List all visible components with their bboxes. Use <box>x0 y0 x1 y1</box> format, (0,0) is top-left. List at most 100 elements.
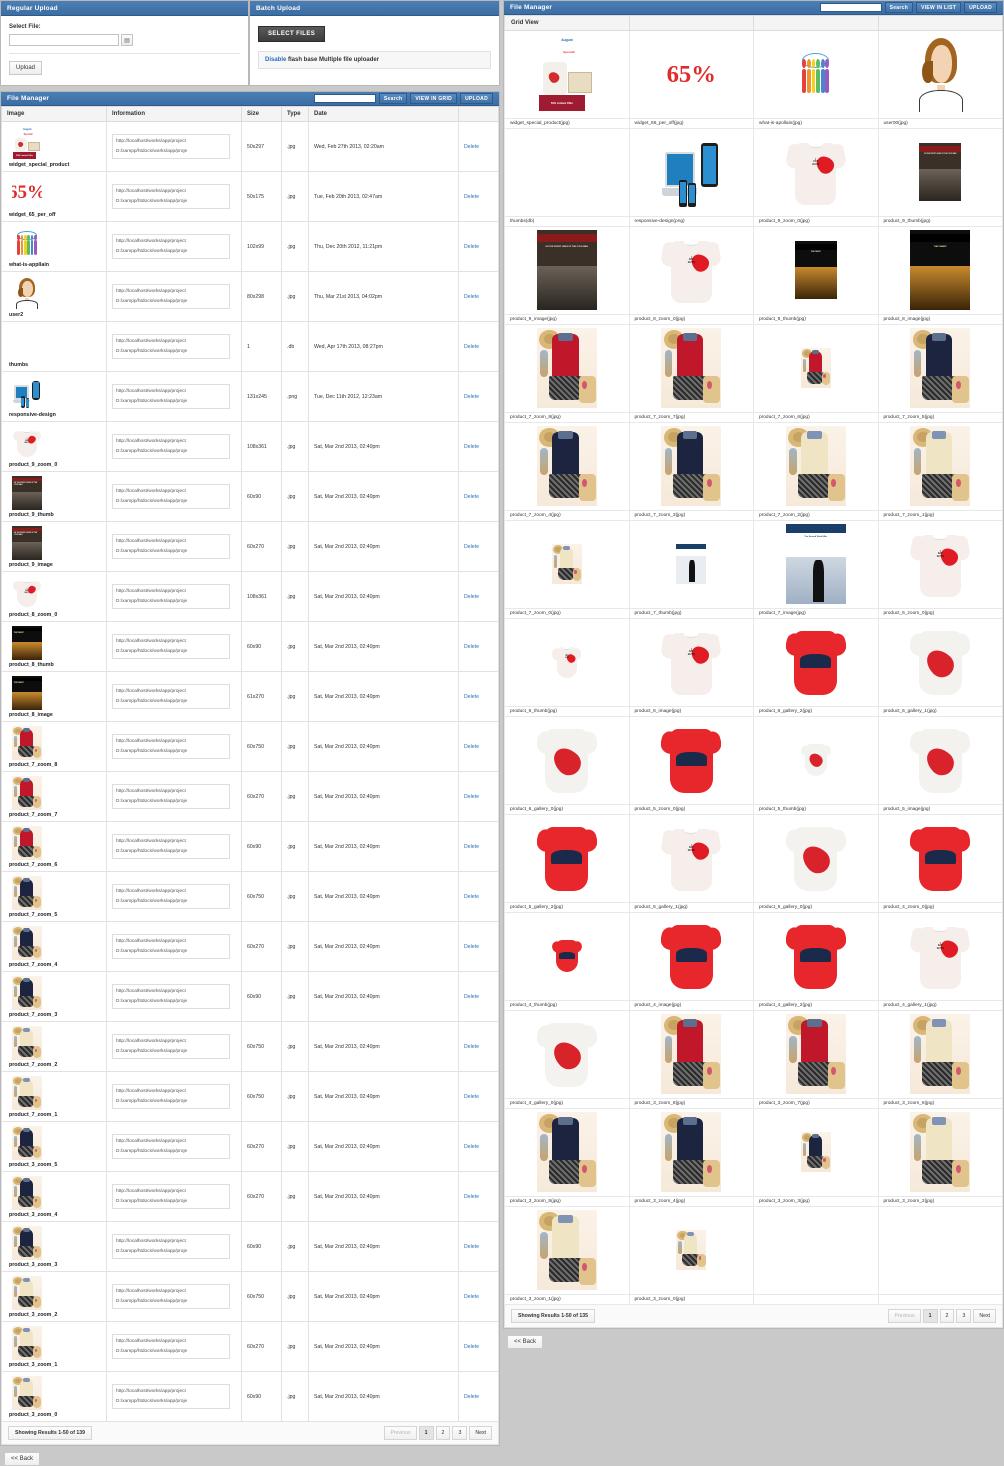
select-files-button[interactable]: SELECT FILES <box>258 26 326 42</box>
grid-cell[interactable] <box>504 128 630 217</box>
grid-cell[interactable] <box>753 716 879 805</box>
search-input[interactable] <box>313 94 376 103</box>
grid-cell[interactable] <box>753 1206 879 1295</box>
file-paths[interactable]: http://localhost/works/app/project D:/xam… <box>112 284 230 309</box>
file-paths[interactable]: http://localhost/works/app/project D:/xam… <box>112 984 230 1009</box>
table-row[interactable]: product_3_zoom_1 http://localhost/works/a… <box>1 1321 499 1372</box>
delete-link[interactable]: Delete <box>464 494 479 500</box>
grid-cell[interactable]: 65% <box>628 30 754 119</box>
delete-link[interactable]: Delete <box>464 1244 479 1250</box>
table-row[interactable]: product_7_zoom_3 http://localhost/works/a… <box>1 971 499 1022</box>
table-row[interactable]: product_3_zoom_5 http://localhost/works/a… <box>1 1121 499 1172</box>
col-information[interactable]: Information <box>106 106 242 122</box>
upload-header-button[interactable]: UPLOAD <box>460 93 493 104</box>
grid-cell[interactable] <box>504 422 630 511</box>
list-page-1[interactable]: 1 <box>418 1426 434 1440</box>
delete-link[interactable]: Delete <box>464 144 479 150</box>
grid-cell[interactable] <box>753 30 879 119</box>
file-paths[interactable]: http://localhost/works/app/project D:/xam… <box>112 1284 230 1309</box>
grid-cell[interactable] <box>877 814 1003 903</box>
table-row[interactable]: product_7_zoom_4 http://localhost/works/a… <box>1 921 499 972</box>
table-row[interactable]: product_3_zoom_3 http://localhost/works/a… <box>1 1221 499 1272</box>
disable-flash-link[interactable]: Disable <box>265 57 286 63</box>
grid-cell[interactable] <box>504 814 630 903</box>
table-row[interactable]: what-is-appllain http://localhost/works/a… <box>1 221 499 272</box>
table-row[interactable]: THE PIANIST product_8_image http://localho… <box>1 671 499 722</box>
list-page-2[interactable]: 2 <box>435 1426 451 1440</box>
grid-cell[interactable] <box>753 814 879 903</box>
list-next-button[interactable]: Next <box>469 1426 492 1440</box>
grid-cell[interactable] <box>753 422 879 511</box>
delete-link[interactable]: Delete <box>464 294 479 300</box>
grid-cell[interactable]: August Special! 50% Limited Offer <box>504 30 630 119</box>
grid-cell[interactable] <box>504 912 630 1001</box>
delete-link[interactable]: Delete <box>464 644 479 650</box>
file-paths[interactable]: http://localhost/works/app/project D:/xam… <box>112 1034 230 1059</box>
file-paths[interactable]: http://localhost/works/app/project D:/xam… <box>112 934 230 959</box>
file-paths[interactable]: http://localhost/works/app/project D:/xam… <box>112 1234 230 1259</box>
list-previous-button[interactable]: Previous <box>384 1426 417 1440</box>
grid-cell[interactable]: I FAT GUYS <box>504 618 630 707</box>
table-row[interactable]: 65% widget_65_per_off http://localhost/wor… <box>1 171 499 222</box>
grid-cell[interactable] <box>753 1010 879 1099</box>
grid-cell[interactable]: I FAT GUYS <box>877 520 1003 609</box>
view-in-list-button[interactable]: VIEW IN LIST <box>916 2 962 13</box>
grid-cell[interactable] <box>628 1010 754 1099</box>
file-paths[interactable]: http://localhost/works/app/project D:/xam… <box>112 1334 230 1359</box>
grid-cell[interactable] <box>753 618 879 707</box>
table-row[interactable]: product_7_zoom_8 http://localhost/works/a… <box>1 721 499 772</box>
table-row[interactable]: thumbs http://localhost/works/app/project… <box>1 321 499 372</box>
file-paths[interactable]: http://localhost/works/app/project D:/xam… <box>112 1184 230 1209</box>
delete-link[interactable]: Delete <box>464 794 479 800</box>
table-row[interactable]: ON THE FRONT LINES OF THE COLD WAR produc… <box>1 471 499 522</box>
upload-button[interactable]: Upload <box>9 61 43 75</box>
grid-next-button[interactable]: Next <box>973 1309 996 1323</box>
table-row[interactable]: THE PIANIST product_8_thumb http://localho… <box>1 621 499 672</box>
grid-cell[interactable] <box>628 422 754 511</box>
file-paths[interactable]: http://localhost/works/app/project D:/xam… <box>112 1134 230 1159</box>
table-row[interactable]: ON THE FRONT LINES OF THE COLD WAR produc… <box>1 521 499 572</box>
folder-icon[interactable]: ▤ <box>121 34 133 46</box>
table-row[interactable]: user2 http://localhost/works/app/project D… <box>1 271 499 322</box>
delete-link[interactable]: Delete <box>464 1044 479 1050</box>
table-row[interactable]: product_7_zoom_6 http://localhost/works/a… <box>1 821 499 872</box>
grid-cell[interactable] <box>753 324 879 413</box>
delete-link[interactable]: Delete <box>464 1344 479 1350</box>
grid-cell[interactable] <box>753 912 879 1001</box>
grid-page-1[interactable]: 1 <box>922 1309 938 1323</box>
grid-cell[interactable] <box>628 1206 754 1295</box>
grid-cell[interactable] <box>628 716 754 805</box>
grid-cell[interactable] <box>504 520 630 609</box>
grid-page-3[interactable]: 3 <box>956 1309 972 1323</box>
table-row[interactable]: product_7_zoom_7 http://localhost/works/a… <box>1 771 499 822</box>
view-in-grid-button[interactable]: VIEW IN GRID <box>410 93 458 104</box>
delete-link[interactable]: Delete <box>464 394 479 400</box>
grid-cell[interactable] <box>504 324 630 413</box>
table-row[interactable]: product_7_zoom_1 http://localhost/works/a… <box>1 1071 499 1122</box>
file-paths[interactable]: http://localhost/works/app/project D:/xam… <box>112 734 230 759</box>
delete-link[interactable]: Delete <box>464 1294 479 1300</box>
grid-cell[interactable] <box>877 716 1003 805</box>
file-paths[interactable]: http://localhost/works/app/project D:/xam… <box>112 434 230 459</box>
delete-link[interactable]: Delete <box>464 544 479 550</box>
delete-link[interactable]: Delete <box>464 244 479 250</box>
grid-cell[interactable] <box>628 912 754 1001</box>
search-button[interactable]: Search <box>378 93 408 104</box>
grid-upload-button[interactable]: UPLOAD <box>964 2 997 13</box>
table-row[interactable]: August Special! 50% Limited Offer widget_sp… <box>1 121 499 172</box>
file-paths[interactable]: http://localhost/works/app/project D:/xam… <box>112 784 230 809</box>
delete-link[interactable]: Delete <box>464 444 479 450</box>
grid-cell[interactable]: THE PIANIST <box>877 226 1003 315</box>
table-row[interactable]: product_3_zoom_4 http://localhost/works/a… <box>1 1171 499 1222</box>
grid-search-button[interactable]: Search <box>884 2 914 13</box>
grid-cell[interactable] <box>628 1108 754 1197</box>
grid-cell[interactable] <box>877 1010 1003 1099</box>
col-date[interactable]: Date <box>308 106 459 122</box>
grid-previous-button[interactable]: Previous <box>888 1309 921 1323</box>
list-page-3[interactable]: 3 <box>452 1426 468 1440</box>
grid-cell[interactable]: ON THE FRONT LINES OF THE COLD WAR <box>504 226 630 315</box>
grid-cell[interactable] <box>877 30 1003 119</box>
grid-cell[interactable] <box>504 1010 630 1099</box>
table-row[interactable]: product_7_zoom_2 http://localhost/works/a… <box>1 1021 499 1072</box>
grid-cell[interactable] <box>504 716 630 805</box>
